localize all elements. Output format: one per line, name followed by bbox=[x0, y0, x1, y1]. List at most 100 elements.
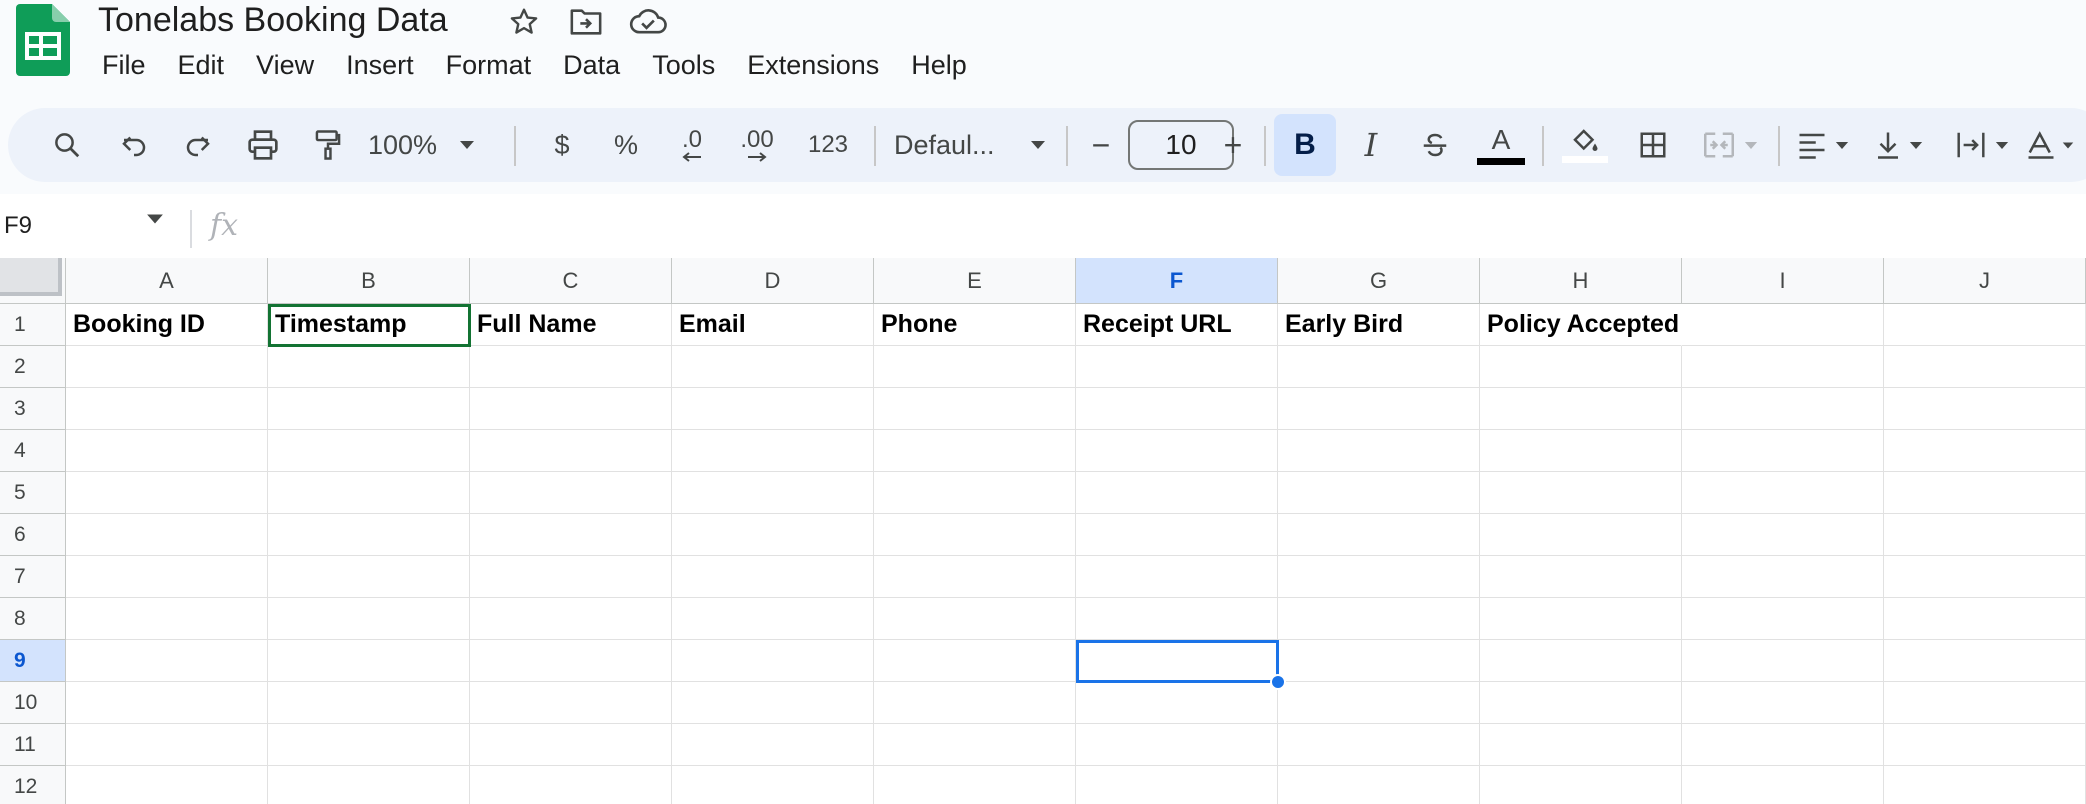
document-title[interactable]: Tonelabs Booking Data bbox=[98, 0, 448, 40]
text-color-button[interactable]: A bbox=[1468, 108, 1534, 182]
cell-d9[interactable] bbox=[672, 640, 874, 682]
cell-j9[interactable] bbox=[1884, 640, 2086, 682]
cell-d3[interactable] bbox=[672, 388, 874, 430]
cell-j7[interactable] bbox=[1884, 556, 2086, 598]
cell-b6[interactable] bbox=[268, 514, 470, 556]
cell-j3[interactable] bbox=[1884, 388, 2086, 430]
menu-tools[interactable]: Tools bbox=[636, 46, 731, 84]
cell-i3[interactable] bbox=[1682, 388, 1884, 430]
cell-h9[interactable] bbox=[1480, 640, 1682, 682]
cell-c2[interactable] bbox=[470, 346, 672, 388]
cell-f8[interactable] bbox=[1076, 598, 1278, 640]
cell-h2[interactable] bbox=[1480, 346, 1682, 388]
borders-icon[interactable] bbox=[1620, 108, 1686, 182]
cell-i12[interactable] bbox=[1682, 766, 1884, 804]
cell-f6[interactable] bbox=[1076, 514, 1278, 556]
cell-b12[interactable] bbox=[268, 766, 470, 804]
name-box-dropdown[interactable] bbox=[146, 212, 164, 230]
selected-cell-outline[interactable] bbox=[1076, 640, 1279, 683]
cell-d4[interactable] bbox=[672, 430, 874, 472]
cell-e6[interactable] bbox=[874, 514, 1076, 556]
cell-j12[interactable] bbox=[1884, 766, 2086, 804]
sheets-logo-icon[interactable] bbox=[16, 4, 70, 76]
cell-f3[interactable] bbox=[1076, 388, 1278, 430]
text-rotation-icon[interactable] bbox=[2026, 108, 2086, 182]
cell-c12[interactable] bbox=[470, 766, 672, 804]
cell-i7[interactable] bbox=[1682, 556, 1884, 598]
row-header-4[interactable]: 4 bbox=[0, 430, 66, 472]
paint-format-icon[interactable] bbox=[298, 108, 358, 182]
menu-format[interactable]: Format bbox=[430, 46, 548, 84]
cell-j11[interactable] bbox=[1884, 724, 2086, 766]
format-currency-button[interactable]: $ bbox=[532, 108, 592, 182]
font-family-select[interactable]: Defaul... bbox=[884, 108, 1054, 182]
print-icon[interactable] bbox=[232, 108, 294, 182]
cell-j4[interactable] bbox=[1884, 430, 2086, 472]
cell-f5[interactable] bbox=[1076, 472, 1278, 514]
cell-f10[interactable] bbox=[1076, 682, 1278, 724]
vertical-align-icon[interactable] bbox=[1864, 108, 1934, 182]
name-box[interactable]: F9 bbox=[4, 206, 32, 246]
cell-g12[interactable] bbox=[1278, 766, 1480, 804]
column-header-c[interactable]: C bbox=[470, 258, 672, 304]
cell-g5[interactable] bbox=[1278, 472, 1480, 514]
cell-h3[interactable] bbox=[1480, 388, 1682, 430]
cell-c9[interactable] bbox=[470, 640, 672, 682]
cell-d6[interactable] bbox=[672, 514, 874, 556]
cell-d1[interactable]: Email bbox=[672, 304, 874, 346]
cell-b7[interactable] bbox=[268, 556, 470, 598]
cell-j8[interactable] bbox=[1884, 598, 2086, 640]
cell-h4[interactable] bbox=[1480, 430, 1682, 472]
cell-j5[interactable] bbox=[1884, 472, 2086, 514]
cell-f12[interactable] bbox=[1076, 766, 1278, 804]
cell-j6[interactable] bbox=[1884, 514, 2086, 556]
cell-g3[interactable] bbox=[1278, 388, 1480, 430]
cell-h6[interactable] bbox=[1480, 514, 1682, 556]
cell-h12[interactable] bbox=[1480, 766, 1682, 804]
cell-d11[interactable] bbox=[672, 724, 874, 766]
cell-j10[interactable] bbox=[1884, 682, 2086, 724]
cell-a5[interactable] bbox=[66, 472, 268, 514]
decrease-decimal-button[interactable]: .0 bbox=[660, 108, 724, 182]
merge-cells-icon[interactable] bbox=[1688, 108, 1772, 182]
undo-icon[interactable] bbox=[104, 108, 164, 182]
cell-g8[interactable] bbox=[1278, 598, 1480, 640]
format-percent-button[interactable]: % bbox=[596, 108, 656, 182]
redo-icon[interactable] bbox=[168, 108, 228, 182]
row-header-9[interactable]: 9 bbox=[0, 640, 66, 682]
cell-d5[interactable] bbox=[672, 472, 874, 514]
column-header-d[interactable]: D bbox=[672, 258, 874, 304]
star-icon[interactable] bbox=[502, 4, 546, 40]
cell-c5[interactable] bbox=[470, 472, 672, 514]
cell-i6[interactable] bbox=[1682, 514, 1884, 556]
formula-input[interactable] bbox=[260, 208, 2060, 248]
cell-e4[interactable] bbox=[874, 430, 1076, 472]
cell-e9[interactable] bbox=[874, 640, 1076, 682]
cell-h7[interactable] bbox=[1480, 556, 1682, 598]
increase-decimal-button[interactable]: .00 bbox=[724, 108, 790, 182]
cell-e5[interactable] bbox=[874, 472, 1076, 514]
column-header-h[interactable]: H bbox=[1480, 258, 1682, 304]
cell-e2[interactable] bbox=[874, 346, 1076, 388]
cell-i8[interactable] bbox=[1682, 598, 1884, 640]
cell-e8[interactable] bbox=[874, 598, 1076, 640]
cell-b9[interactable] bbox=[268, 640, 470, 682]
menu-view[interactable]: View bbox=[240, 46, 330, 84]
cell-h10[interactable] bbox=[1480, 682, 1682, 724]
cell-g9[interactable] bbox=[1278, 640, 1480, 682]
cell-i2[interactable] bbox=[1682, 346, 1884, 388]
column-header-j[interactable]: J bbox=[1884, 258, 2086, 304]
cell-j2[interactable] bbox=[1884, 346, 2086, 388]
cell-b11[interactable] bbox=[268, 724, 470, 766]
menu-insert[interactable]: Insert bbox=[330, 46, 430, 84]
cell-a3[interactable] bbox=[66, 388, 268, 430]
column-header-e[interactable]: E bbox=[874, 258, 1076, 304]
cell-a6[interactable] bbox=[66, 514, 268, 556]
cell-i4[interactable] bbox=[1682, 430, 1884, 472]
fill-color-icon[interactable] bbox=[1552, 108, 1618, 182]
row-header-12[interactable]: 12 bbox=[0, 766, 66, 804]
cell-c8[interactable] bbox=[470, 598, 672, 640]
row-header-5[interactable]: 5 bbox=[0, 472, 66, 514]
column-header-g[interactable]: G bbox=[1278, 258, 1480, 304]
cell-d2[interactable] bbox=[672, 346, 874, 388]
